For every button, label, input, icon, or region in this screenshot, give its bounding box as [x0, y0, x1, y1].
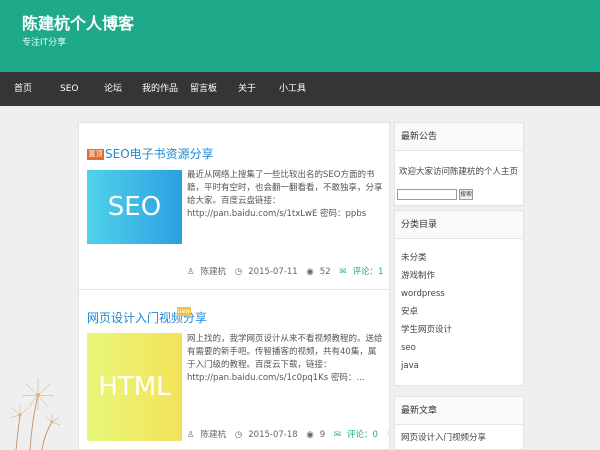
- recent-post-link[interactable]: 网页设计入门视频分享: [401, 431, 517, 443]
- heart-icon[interactable]: ♡: [387, 430, 389, 440]
- widget-heading: 最新公告: [395, 123, 523, 151]
- comment-icon: ✉: [333, 430, 342, 440]
- thumbnail-text: HTML: [98, 372, 171, 402]
- category-list: 未分类 游戏制作 wordpress 安卓 学生网页设计 seo java: [401, 249, 517, 375]
- clock-icon: ◷: [234, 267, 243, 277]
- post-title[interactable]: SEO电子书资源分享: [105, 145, 214, 162]
- category-item[interactable]: seo: [401, 339, 517, 357]
- nav-item-seo[interactable]: SEO: [60, 72, 78, 106]
- category-item[interactable]: 游戏制作: [401, 267, 517, 285]
- thumbnail-text: SEO: [107, 192, 162, 222]
- category-item[interactable]: 安卓: [401, 303, 517, 321]
- widget-body: 网页设计入门视频分享: [395, 425, 523, 449]
- eye-icon: ◉: [306, 267, 314, 277]
- main-nav: 首页 SEO 论坛 我的作品 留言板 关于 小工具: [0, 72, 600, 106]
- post-meta: ♙陈建杭 ◷2015-07-18 ◉9 ✉评论：0 ♡0: [187, 428, 389, 440]
- category-widget: 分类目录 未分类 游戏制作 wordpress 安卓 学生网页设计 seo ja…: [394, 210, 524, 386]
- notice-text: 欢迎大家访问陈建杭的个人主页: [399, 167, 519, 177]
- dandelion-decoration: [9, 378, 61, 450]
- nav-item-guestbook[interactable]: 留言板: [190, 72, 217, 106]
- post-author[interactable]: 陈建杭: [201, 267, 227, 277]
- post-comments[interactable]: 评论：0: [347, 430, 378, 440]
- author-icon: ♙: [187, 267, 195, 277]
- category-item[interactable]: 学生网页设计: [401, 321, 517, 339]
- post-list: 置顶 SEO电子书资源分享 SEO 最近从网络上搜集了一些比较出名的SEO方面的…: [78, 122, 390, 450]
- recent-posts-widget: 最新文章 网页设计入门视频分享: [394, 396, 524, 450]
- widget-heading: 分类目录: [395, 211, 523, 239]
- site-subtitle: 专注IT分享: [22, 38, 67, 48]
- widget-heading: 最新文章: [395, 397, 523, 425]
- category-item[interactable]: java: [401, 357, 517, 375]
- site-title[interactable]: 陈建杭个人博客: [22, 10, 134, 34]
- new-badge: new: [177, 307, 191, 316]
- eye-icon: ◉: [306, 430, 314, 440]
- category-item[interactable]: wordpress: [401, 285, 517, 303]
- post-date: 2015-07-11: [248, 267, 298, 277]
- site-header: 陈建杭个人博客 专注IT分享: [0, 0, 600, 72]
- clock-icon: ◷: [234, 430, 243, 440]
- post-date: 2015-07-18: [248, 430, 298, 440]
- post-author[interactable]: 陈建杭: [201, 430, 227, 440]
- post-views: 9: [319, 430, 326, 440]
- category-item[interactable]: 未分类: [401, 249, 517, 267]
- post-thumbnail[interactable]: HTML: [87, 333, 182, 441]
- comment-icon: ✉: [339, 267, 347, 277]
- nav-item-about[interactable]: 关于: [238, 72, 256, 106]
- notice-widget: 最新公告 欢迎大家访问陈建杭的个人主页 搜索: [394, 122, 524, 206]
- post-excerpt: 网上找的，我学网页设计从来不看视频教程的。送给有需要的新手吧。传智播客的视频，共…: [187, 334, 383, 383]
- divider: [79, 289, 389, 290]
- post-thumbnail[interactable]: SEO: [87, 170, 182, 244]
- search-button[interactable]: 搜索: [459, 189, 473, 200]
- post-views: 52: [319, 267, 331, 277]
- post-meta: ♙陈建杭 ◷2015-07-11 ◉52 ✉评论：1 ♡0: [187, 265, 387, 277]
- post-excerpt: 最近从网络上搜集了一些比较出名的SEO方面的书籍，平时有空时，也会翻一翻看看，不…: [187, 170, 383, 219]
- post-comments[interactable]: 评论：1: [352, 267, 383, 277]
- nav-item-tools[interactable]: 小工具: [279, 72, 306, 106]
- nav-item-works[interactable]: 我的作品: [142, 72, 178, 106]
- nav-item-home[interactable]: 首页: [14, 72, 32, 106]
- nav-item-forum[interactable]: 论坛: [104, 72, 122, 106]
- author-icon: ♙: [187, 430, 195, 440]
- widget-body: 欢迎大家访问陈建杭的个人主页 搜索: [395, 151, 523, 205]
- widget-body: 未分类 游戏制作 wordpress 安卓 学生网页设计 seo java: [395, 239, 523, 381]
- search-input[interactable]: [397, 189, 457, 200]
- sticky-tag: 置顶: [87, 149, 104, 160]
